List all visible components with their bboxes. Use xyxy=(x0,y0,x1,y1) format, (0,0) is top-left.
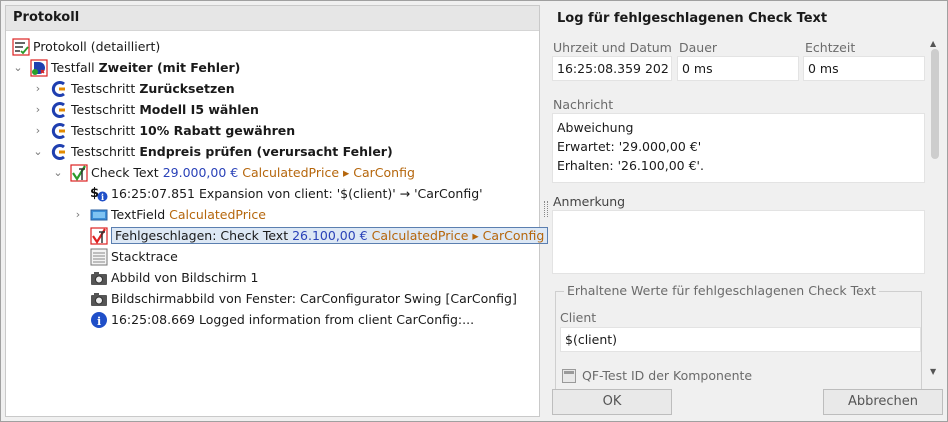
teststep-icon xyxy=(50,80,68,98)
tree-node-step[interactable]: ⌄ Testschritt Endpreis prüfen (verursacht… xyxy=(32,141,393,162)
tree-node-testcase[interactable]: ⌄ Testfall Zweiter (mit Fehler) xyxy=(12,57,240,78)
tree-node-screenshot[interactable]: Bildschirmabbild von Fenster: CarConfigu… xyxy=(72,288,517,309)
window: Protokoll Protokoll (detailliert) ⌄ Testfa… xyxy=(0,0,948,422)
component-label: QF-Test ID der Komponente xyxy=(582,368,753,383)
tree-node-label: Stacktrace xyxy=(111,249,178,264)
check-icon xyxy=(70,163,88,182)
tree-node-label: TextField CalculatedPrice xyxy=(111,207,266,222)
info-icon: i xyxy=(90,311,108,329)
tree-node-expansion[interactable]: $ i 16:25:07.851 Expansion von client: '$(… xyxy=(72,183,483,204)
time-field[interactable]: 16:25:08.359 202 xyxy=(552,56,672,81)
camera-icon xyxy=(90,269,108,287)
message-line: Erwartet: '29.000,00 €' xyxy=(557,139,702,154)
group-title: Erhaltene Werte für fehlgeschlagenen Che… xyxy=(564,283,879,298)
time-label: Uhrzeit und Datum xyxy=(553,40,672,55)
details-panel: Log für fehlgeschlagenen Check Text Uhrz… xyxy=(549,5,944,417)
message-area[interactable]: Abweichung Erwartet: '29.000,00 €' Erhal… xyxy=(552,113,925,183)
component-icon xyxy=(562,368,576,383)
protocol-tree-panel: Protokoll Protokoll (detailliert) ⌄ Testfa… xyxy=(5,5,549,417)
tree-node-info[interactable]: i 16:25:08.669 Logged information from cl… xyxy=(72,309,474,330)
teststep-icon xyxy=(50,143,68,161)
details-title: Log für fehlgeschlagenen Check Text xyxy=(557,11,828,26)
component-row: QF-Test ID der Komponente xyxy=(562,368,752,383)
chevron-right-icon[interactable]: › xyxy=(72,204,84,225)
scroll-up-icon[interactable]: ▲ xyxy=(930,39,936,48)
tree-node-step[interactable]: › Testschritt Zurücksetzen xyxy=(32,78,235,99)
tree-node-failed[interactable]: Fehlgeschlagen: Check Text 26.100,00 € C… xyxy=(72,225,549,246)
chevron-down-icon[interactable]: ⌄ xyxy=(52,162,64,183)
tree-node-textfield[interactable]: › TextField CalculatedPrice xyxy=(72,204,266,225)
note-label: Anmerkung xyxy=(553,194,626,209)
scrollbar-thumb[interactable] xyxy=(931,49,939,159)
svg-text:$: $ xyxy=(90,186,99,201)
chevron-down-icon[interactable]: ⌄ xyxy=(32,141,44,162)
svg-text:i: i xyxy=(101,192,104,202)
teststep-icon xyxy=(50,101,68,119)
tree-node-label: Abbild von Bildschirm 1 xyxy=(111,270,259,285)
variable-expansion-icon: $ i xyxy=(90,185,108,203)
selected-node-label[interactable]: Fehlgeschlagen: Check Text 26.100,00 € C… xyxy=(111,227,549,244)
chevron-right-icon[interactable]: › xyxy=(32,120,44,141)
tree-node-label: Testschritt Modell I5 wählen xyxy=(71,102,259,117)
tree-node-label: Check Text 29.000,00 € CalculatedPrice ▸… xyxy=(91,165,415,180)
client-field[interactable]: $(client) xyxy=(560,327,921,352)
note-area[interactable] xyxy=(552,210,925,274)
tree-node-screenshot[interactable]: Abbild von Bildschirm 1 xyxy=(72,267,258,288)
message-line: Erhalten: '26.100,00 €'. xyxy=(557,158,704,173)
chevron-right-icon[interactable]: › xyxy=(32,99,44,120)
tree-node-label: Testschritt Endpreis prüfen (verursacht … xyxy=(71,144,393,159)
details-scrollbar[interactable]: ▲ ▼ xyxy=(928,39,942,379)
tree-node-label: Protokoll (detailliert) xyxy=(33,39,161,54)
cancel-button[interactable]: Abbrechen xyxy=(823,389,943,415)
tree-node-protocol[interactable]: Protokoll (detailliert) xyxy=(12,36,160,57)
splitter-handle[interactable] xyxy=(544,201,548,217)
tree-node-label: Fehlgeschlagen: Check Text 26.100,00 € C… xyxy=(111,225,549,246)
scroll-down-icon[interactable]: ▼ xyxy=(930,367,936,376)
message-label: Nachricht xyxy=(553,97,614,112)
duration-field[interactable]: 0 ms xyxy=(677,56,799,81)
message-line: Abweichung xyxy=(557,120,634,135)
tree-node-label: Bildschirmabbild von Fenster: CarConfigu… xyxy=(111,291,517,306)
client-label: Client xyxy=(560,310,597,325)
teststep-icon xyxy=(50,122,68,140)
testcase-icon xyxy=(30,58,48,77)
svg-text:i: i xyxy=(97,315,101,328)
tree-node-step[interactable]: › Testschritt Modell I5 wählen xyxy=(32,99,259,120)
duration-label: Dauer xyxy=(679,40,718,55)
camera-icon xyxy=(90,290,108,308)
chevron-down-icon[interactable]: ⌄ xyxy=(12,57,24,78)
tree-node-label: Testschritt 10% Rabatt gewähren xyxy=(71,123,296,138)
protocol-icon xyxy=(12,37,30,56)
tree-node-check[interactable]: ⌄ Check Text 29.000,00 € CalculatedPrice … xyxy=(52,162,415,183)
tree-node-stacktrace[interactable]: Stacktrace xyxy=(72,246,178,267)
tree-node-label: Testschritt Zurücksetzen xyxy=(71,81,235,96)
failed-check-icon xyxy=(90,226,108,245)
tree-node-label: Testfall Zweiter (mit Fehler) xyxy=(51,60,241,75)
protocol-tree-header: Protokoll xyxy=(6,6,539,31)
stacktrace-icon xyxy=(90,248,108,266)
tree-node-label: 16:25:07.851 Expansion von client: '$(cl… xyxy=(111,186,483,201)
tree-node-step[interactable]: › Testschritt 10% Rabatt gewähren xyxy=(32,120,295,141)
received-values-group: Erhaltene Werte für fehlgeschlagenen Che… xyxy=(555,283,922,391)
chevron-right-icon[interactable]: › xyxy=(32,78,44,99)
realtime-field[interactable]: 0 ms xyxy=(803,56,925,81)
realtime-label: Echtzeit xyxy=(805,40,856,55)
textfield-icon xyxy=(90,206,108,224)
ok-button[interactable]: OK xyxy=(552,389,672,415)
tree-node-label: 16:25:08.669 Logged information from cli… xyxy=(111,312,475,327)
